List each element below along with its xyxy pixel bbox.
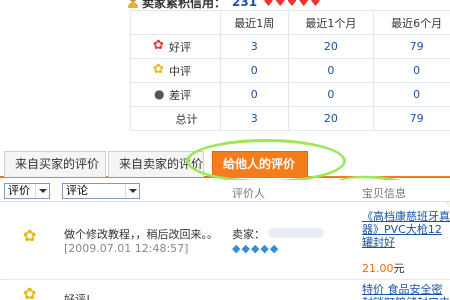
diamond-icon: ◆ bbox=[241, 242, 250, 255]
bad-rating-bomb-icon bbox=[153, 87, 167, 102]
rating-row-total: 总计 3 20 79 bbox=[130, 106, 450, 131]
feedback-comment: 做个修改教程，，稍后改回来。。 bbox=[64, 228, 218, 241]
diamond-icon: ◆ bbox=[250, 242, 260, 255]
feedback-date: [2009.07.01 12:48:57] bbox=[64, 242, 189, 255]
good-label: 好评 bbox=[169, 40, 191, 54]
mid-week[interactable]: 0 bbox=[220, 58, 289, 83]
credit-label: 卖家累积信用： bbox=[142, 0, 227, 10]
total-week[interactable]: 3 bbox=[220, 106, 289, 131]
seller-credit-line: 卖家累积信用： 231 ♥ ♥ ♥ ♥ ♥ bbox=[128, 0, 321, 10]
rating-row-mid: 中评 0 0 0 bbox=[130, 58, 450, 83]
heart-icon: ♥ bbox=[263, 0, 274, 9]
credit-score[interactable]: 231 bbox=[232, 0, 257, 9]
col-week: 最近1周 bbox=[220, 10, 289, 35]
bad-six-months[interactable]: 0 bbox=[373, 82, 450, 107]
total-month[interactable]: 20 bbox=[287, 106, 375, 131]
credit-hearts: ♥ ♥ ♥ ♥ ♥ bbox=[263, 0, 321, 8]
feedback-row: ✿ 好评! 特价 食品安全密封锁町粮储封口夹(2 bbox=[0, 281, 450, 300]
chevron-down-icon bbox=[125, 184, 139, 198]
heart-icon: ♥ bbox=[298, 0, 310, 9]
bad-label-cell: 差评 bbox=[130, 82, 221, 107]
col-head-item-info: 宝贝信息 bbox=[362, 187, 406, 200]
col-head-rated-person: 评价人 bbox=[232, 187, 265, 200]
rating-row-bad: 差评 0 0 0 bbox=[130, 82, 450, 107]
tab-from-sellers[interactable]: 来自卖家的评价 bbox=[108, 151, 204, 177]
rating-summary-table: 最近1周 最近1个月 最近6个月 好评 3 20 79 中评 0 0 0 差评 … bbox=[130, 10, 450, 131]
rating-flower-icon: ✿ bbox=[23, 284, 37, 300]
rating-filter-select[interactable]: 评价 bbox=[4, 183, 50, 199]
item-link[interactable]: 特价 食品安全密封锁町粮储封口夹(2 bbox=[362, 283, 450, 300]
good-label-cell: 好评 bbox=[130, 34, 221, 59]
good-six-months[interactable]: 79 bbox=[373, 34, 450, 59]
mid-label: 中评 bbox=[169, 64, 191, 78]
mid-month[interactable]: 0 bbox=[287, 58, 375, 83]
chevron-down-icon bbox=[35, 184, 49, 198]
mid-label-cell: 中评 bbox=[130, 58, 221, 83]
total-six-months[interactable]: 79 bbox=[373, 106, 450, 131]
bad-label: 差评 bbox=[169, 88, 191, 102]
rating-filter-value: 评价 bbox=[8, 184, 30, 197]
heart-icon: ♥ bbox=[274, 0, 286, 9]
seller-person-icon bbox=[128, 0, 138, 8]
heart-icon: ♥ bbox=[310, 0, 321, 9]
diamond-icon: ◆ bbox=[260, 242, 269, 255]
feedback-tabs: 来自买家的评价 来自卖家的评价 给他人的评价 bbox=[0, 148, 450, 178]
filter-row: 评价 评论 评价人 宝贝信息 bbox=[0, 180, 450, 202]
item-link[interactable]: 《高档康慈班牙真器》PVC大枪12罐封好 bbox=[362, 210, 450, 250]
feedback-role: 卖家： bbox=[232, 228, 265, 241]
corner-cell bbox=[130, 10, 221, 35]
mid-six-months[interactable]: 0 bbox=[373, 58, 450, 83]
tab-from-buyers[interactable]: 来自买家的评价 bbox=[4, 151, 106, 177]
price-unit: 元 bbox=[393, 262, 405, 275]
bad-month[interactable]: 0 bbox=[287, 82, 375, 107]
diamond-icon: ◆ bbox=[232, 242, 241, 255]
good-week[interactable]: 3 bbox=[220, 34, 289, 59]
credit-diamonds: ◆ ◆ ◆ ◆ ◆ bbox=[232, 242, 278, 255]
feedback-comment: 好评! bbox=[64, 293, 91, 300]
total-label: 总计 bbox=[130, 106, 221, 131]
col-six-months: 最近6个月 bbox=[373, 10, 450, 35]
mid-rating-flower-icon bbox=[153, 62, 167, 78]
good-rating-flower-icon bbox=[153, 38, 167, 54]
heart-icon: ♥ bbox=[286, 0, 298, 9]
comment-filter-select[interactable]: 评论 bbox=[62, 183, 140, 199]
item-price: 21.00元 bbox=[362, 260, 405, 276]
good-month[interactable]: 20 bbox=[287, 34, 375, 59]
feedback-row: ✿ 做个修改教程，，稍后改回来。。 [2009.07.01 12:48:57] … bbox=[0, 204, 450, 280]
col-month: 最近1个月 bbox=[287, 10, 375, 35]
diamond-icon: ◆ bbox=[269, 242, 279, 255]
mid-rating-flower-icon: ✿ bbox=[23, 226, 37, 245]
rating-header-row: 最近1周 最近1个月 最近6个月 bbox=[130, 10, 450, 35]
price-amount: 21.00 bbox=[362, 262, 394, 275]
bad-week[interactable]: 0 bbox=[220, 82, 289, 107]
comment-filter-value: 评论 bbox=[66, 184, 88, 197]
blurred-username[interactable] bbox=[268, 228, 324, 238]
tab-given-to-others[interactable]: 给他人的评价 bbox=[212, 151, 308, 177]
rating-row-good: 好评 3 20 79 bbox=[130, 34, 450, 59]
